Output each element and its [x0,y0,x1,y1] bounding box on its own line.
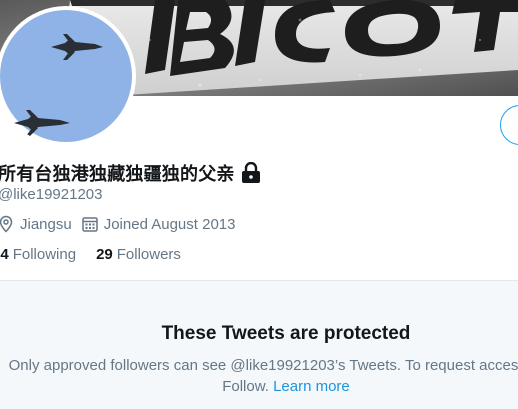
followers-link[interactable]: 29 Followers [96,246,181,263]
avatar[interactable] [0,6,136,146]
protected-follow-text: Follow. [222,378,269,395]
protected-line-2: Follow. Learn more [0,376,518,397]
avatar-image [0,10,132,142]
name-row: 所有台独港独藏独疆独的父亲 [0,160,261,186]
protected-notice: These Tweets are protected Only approved… [0,281,518,409]
follow-button[interactable] [500,105,518,145]
following-label: Following [12,246,77,263]
lock-icon [241,161,261,184]
profile-handle: @like19921203 [0,186,103,203]
learn-more-link[interactable]: Learn more [273,378,350,395]
followers-label: Followers [116,246,181,263]
protected-line-1: Only approved followers can see @like199… [8,357,518,374]
joined-item: Joined August 2013 [81,215,236,233]
joined-text: Joined August 2013 [103,215,236,233]
location-text: Jiangsu [20,215,72,233]
follow-counts: 54Following 29Followers [0,246,201,263]
followers-count: 29 [96,246,113,263]
following-count: 54 [0,246,9,263]
calendar-icon [81,215,99,233]
location-item: Jiangsu [0,215,72,233]
protected-title: These Tweets are protected [161,323,411,344]
location-pin-icon [0,215,15,233]
display-name: 所有台独港独藏独疆独的父亲 [0,164,235,184]
profile-meta: Jiangsu Joined August 2013 [0,215,244,233]
following-link[interactable]: 54Following [0,246,76,263]
protected-body: Only approved followers can see @like199… [0,355,518,397]
profile-page: 所有台独港独藏独疆独的父亲 @like19921203 Jiangsu Join… [0,0,518,409]
